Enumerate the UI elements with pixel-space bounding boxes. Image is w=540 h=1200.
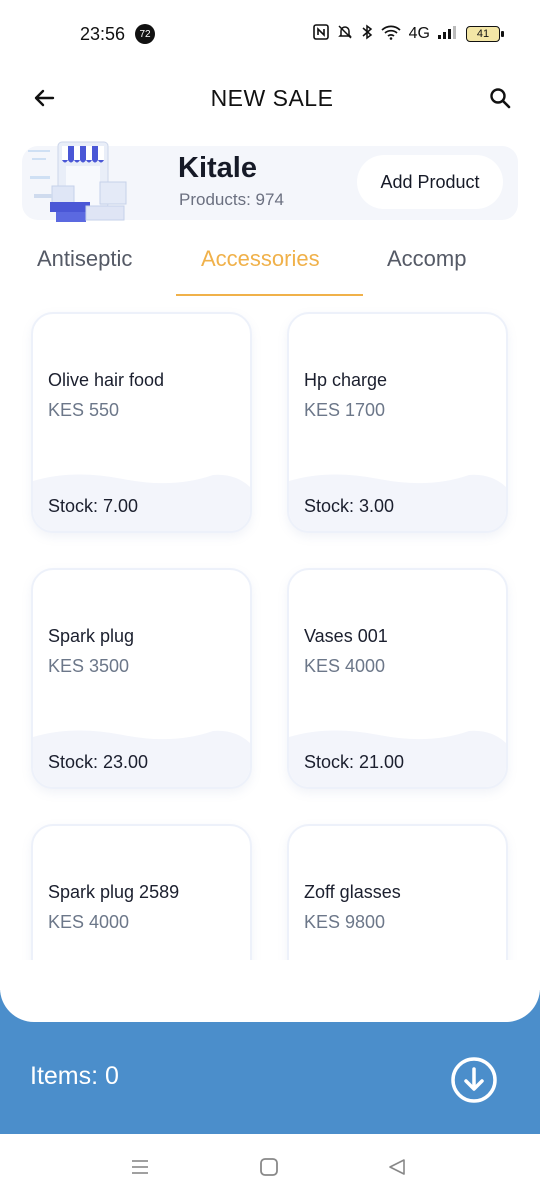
product-name: Zoff glasses — [304, 882, 401, 902]
bluetooth-icon — [361, 24, 373, 45]
product-name: Olive hair food — [48, 370, 165, 390]
active-tab-indicator — [176, 294, 363, 296]
product-stock: Stock: 3.00 — [304, 496, 395, 516]
home-icon[interactable] — [256, 1154, 282, 1180]
store-product-count: Products: 974 — [179, 190, 284, 209]
product-name: Spark plug 2589 — [48, 882, 180, 902]
product-name: Spark plug — [48, 626, 135, 646]
search-icon[interactable] — [484, 82, 516, 114]
category-tabs: Antiseptic Accessories Accomp — [0, 236, 540, 298]
notification-badge: 72 — [135, 24, 156, 44]
tab-antiseptic[interactable]: Antiseptic — [37, 246, 132, 272]
tab-accessories[interactable]: Accessories — [201, 246, 320, 272]
product-stock: Stock: 21.00 — [304, 752, 405, 772]
product-card[interactable]: Spark plug KES 3500 Stock: 23.00 — [31, 568, 252, 789]
app-header: NEW SALE — [0, 68, 540, 128]
tab-accomp[interactable]: Accomp — [387, 246, 466, 272]
product-card[interactable]: Hp charge KES 1700 Stock: 3.00 — [287, 312, 508, 533]
product-price: KES 3500 — [48, 656, 130, 676]
network-label: 4G — [408, 25, 430, 42]
content-bottom-edge — [0, 960, 540, 1022]
product-card[interactable]: Olive hair food KES 550 Stock: 7.00 — [31, 312, 252, 533]
status-left: 23:56 72 — [80, 23, 156, 45]
status-time: 23:56 — [80, 23, 126, 44]
status-bar: 23:56 72 4G 41 — [0, 0, 540, 68]
store-name: Kitale — [178, 152, 257, 184]
nfc-icon — [312, 23, 329, 45]
add-product-button[interactable]: Add Product — [357, 155, 503, 209]
arrow-down-circle-icon[interactable] — [450, 1056, 498, 1104]
store-illustration — [26, 136, 136, 232]
back-icon[interactable] — [28, 82, 60, 114]
product-price: KES 1700 — [304, 400, 386, 420]
product-price: KES 4000 — [304, 656, 386, 676]
product-card[interactable]: Vases 001 KES 4000 Stock: 21.00 — [287, 568, 508, 789]
recent-apps-icon[interactable] — [127, 1154, 153, 1180]
signal-icon — [438, 25, 458, 44]
battery-icon: 41 — [466, 26, 504, 42]
system-nav-bar — [0, 1134, 540, 1200]
product-name: Vases 001 — [304, 626, 388, 646]
product-stock: Stock: 23.00 — [48, 752, 149, 772]
status-right: 4G 41 — [312, 23, 504, 45]
back-nav-icon[interactable] — [384, 1154, 410, 1180]
product-grid: Olive hair food KES 550 Stock: 7.00 Hp c… — [0, 298, 540, 1000]
product-name: Hp charge — [304, 370, 388, 390]
page-title: NEW SALE — [210, 84, 334, 111]
wifi-icon — [381, 24, 401, 45]
product-price: KES 550 — [48, 400, 120, 420]
mute-icon — [337, 24, 353, 45]
product-stock: Stock: 7.00 — [48, 496, 139, 516]
cart-items-count: Items: 0 — [30, 1062, 119, 1090]
product-price: KES 4000 — [48, 912, 130, 932]
product-price: KES 9800 — [304, 912, 386, 932]
